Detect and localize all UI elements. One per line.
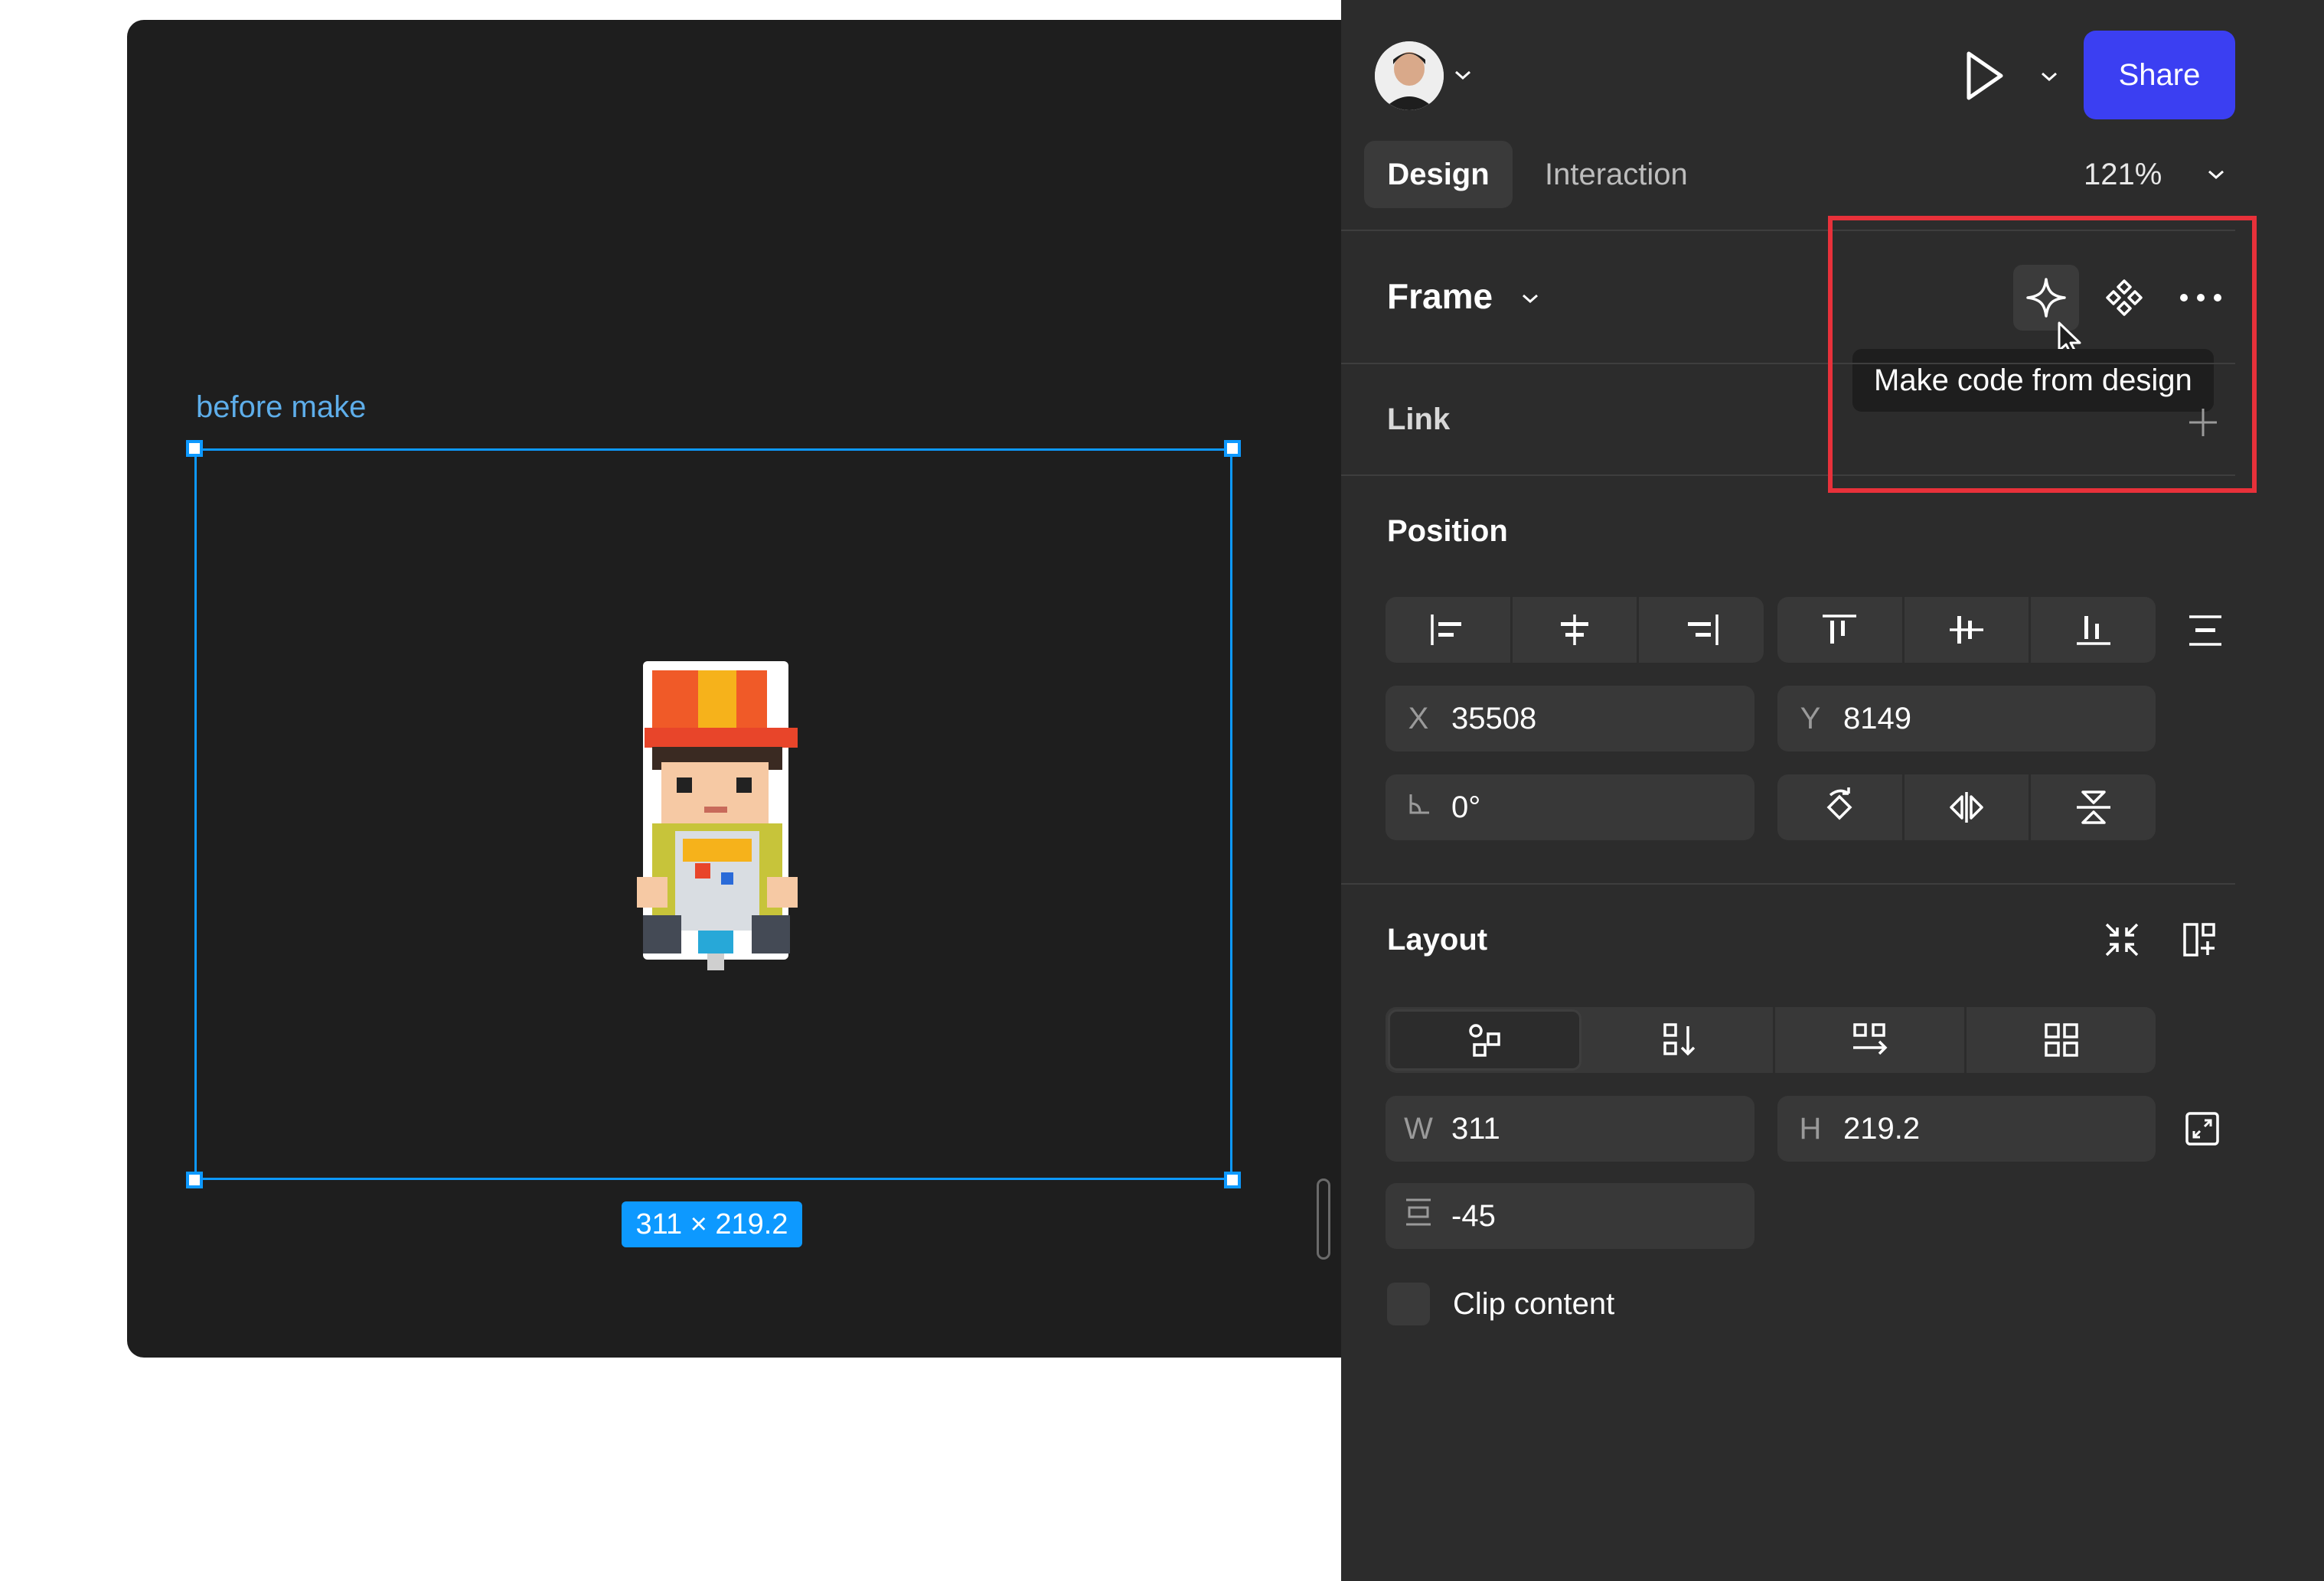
align-right-icon <box>1687 614 1719 645</box>
x-label: X <box>1408 701 1429 735</box>
align-vertical-center-icon <box>1950 616 1983 644</box>
align-right-button[interactable] <box>1639 597 1764 663</box>
gap-field[interactable]: -45 <box>1386 1183 1754 1249</box>
y-label: Y <box>1800 701 1821 735</box>
zoom-level[interactable]: 121% <box>2084 158 2162 192</box>
clip-content-label: Clip content <box>1453 1287 1615 1321</box>
frame-type-title[interactable]: Frame <box>1387 275 1493 317</box>
resize-to-fit-icon[interactable] <box>2185 1111 2220 1146</box>
present-play-icon[interactable] <box>1963 49 2006 103</box>
align-left-button[interactable] <box>1386 597 1513 663</box>
clip-content-checkbox[interactable] <box>1387 1283 1430 1325</box>
horizontal-align-group <box>1386 597 1764 663</box>
layout-mode-group <box>1386 1007 2156 1073</box>
resize-handle-top-left[interactable] <box>186 440 203 457</box>
rotate-90-button[interactable] <box>1777 774 1905 840</box>
x-value: 35508 <box>1451 701 1537 735</box>
tab-interaction[interactable]: Interaction <box>1545 141 1688 208</box>
share-button[interactable]: Share <box>2084 31 2235 119</box>
align-vertical-center-button[interactable] <box>1905 597 2032 663</box>
y-position-field[interactable]: Y 8149 <box>1777 686 2156 751</box>
w-label: W <box>1404 1111 1433 1146</box>
gap-value: -45 <box>1451 1198 1496 1233</box>
present-chevron-down-icon[interactable] <box>2039 69 2059 84</box>
vertical-align-group <box>1777 597 2156 663</box>
align-horizontal-center-icon <box>1561 614 1588 645</box>
frame-name-label[interactable]: before make <box>196 390 366 425</box>
layout-freeform-button[interactable] <box>1388 1009 1581 1071</box>
selection-size-badge: 311 × 219.2 <box>622 1201 802 1247</box>
canvas-scrollbar[interactable] <box>1317 1178 1330 1260</box>
zoom-chevron-down-icon[interactable] <box>2206 167 2226 182</box>
angle-icon <box>1386 790 1451 825</box>
layout-grid-button[interactable] <box>1967 1007 2156 1073</box>
freeform-layout-icon <box>1468 1024 1500 1057</box>
position-section-label: Position <box>1387 514 1508 548</box>
layout-vertical-button[interactable] <box>1584 1007 1775 1073</box>
user-avatar[interactable] <box>1375 41 1444 110</box>
horizontal-layout-icon <box>1852 1023 1887 1055</box>
rotate-icon <box>1826 787 1852 820</box>
avatar-chevron-down-icon[interactable] <box>1453 67 1473 83</box>
x-position-field[interactable]: X 35508 <box>1386 686 1754 751</box>
distribute-spacing-icon[interactable] <box>2186 612 2224 649</box>
w-value: 311 <box>1451 1111 1500 1146</box>
flip-vertical-icon <box>2076 790 2110 824</box>
grid-layout-icon <box>2044 1023 2078 1057</box>
h-value: 219.2 <box>1843 1111 1921 1146</box>
flip-horizontal-button[interactable] <box>1905 774 2032 840</box>
pixel-worker-image <box>622 655 813 980</box>
divider <box>1341 883 2235 885</box>
add-auto-layout-icon[interactable] <box>2182 920 2221 960</box>
gap-icon <box>1386 1197 1451 1235</box>
rotation-field[interactable]: 0° <box>1386 774 1754 840</box>
flip-vertical-button[interactable] <box>2031 774 2156 840</box>
align-left-icon <box>1431 614 1462 645</box>
vertical-layout-icon <box>1663 1023 1695 1056</box>
properties-panel: Share Design Interaction 121% Frame Make… <box>1341 0 2324 1581</box>
resize-handle-bottom-right[interactable] <box>1224 1172 1241 1188</box>
align-top-icon <box>1823 614 1857 644</box>
resize-handle-top-right[interactable] <box>1224 440 1241 457</box>
rotation-value: 0° <box>1451 790 1481 824</box>
align-horizontal-center-button[interactable] <box>1513 597 1640 663</box>
red-highlight-annotation <box>1828 216 2257 493</box>
link-section-label: Link <box>1387 403 1451 436</box>
y-value: 8149 <box>1843 701 1911 735</box>
collapse-layout-icon[interactable] <box>2102 920 2142 960</box>
height-field[interactable]: H 219.2 <box>1777 1096 2156 1162</box>
align-top-button[interactable] <box>1777 597 1905 663</box>
transform-group <box>1777 774 2156 840</box>
layout-section-label: Layout <box>1387 923 1488 957</box>
frame-chevron-down-icon[interactable] <box>1520 291 1540 306</box>
align-bottom-icon <box>2076 616 2110 645</box>
flip-horizontal-icon <box>1950 792 1983 823</box>
resize-handle-bottom-left[interactable] <box>186 1172 203 1188</box>
h-label: H <box>1799 1111 1822 1146</box>
width-field[interactable]: W 311 <box>1386 1096 1754 1162</box>
align-bottom-button[interactable] <box>2031 597 2156 663</box>
tab-design[interactable]: Design <box>1364 141 1513 208</box>
layout-horizontal-button[interactable] <box>1775 1007 1967 1073</box>
